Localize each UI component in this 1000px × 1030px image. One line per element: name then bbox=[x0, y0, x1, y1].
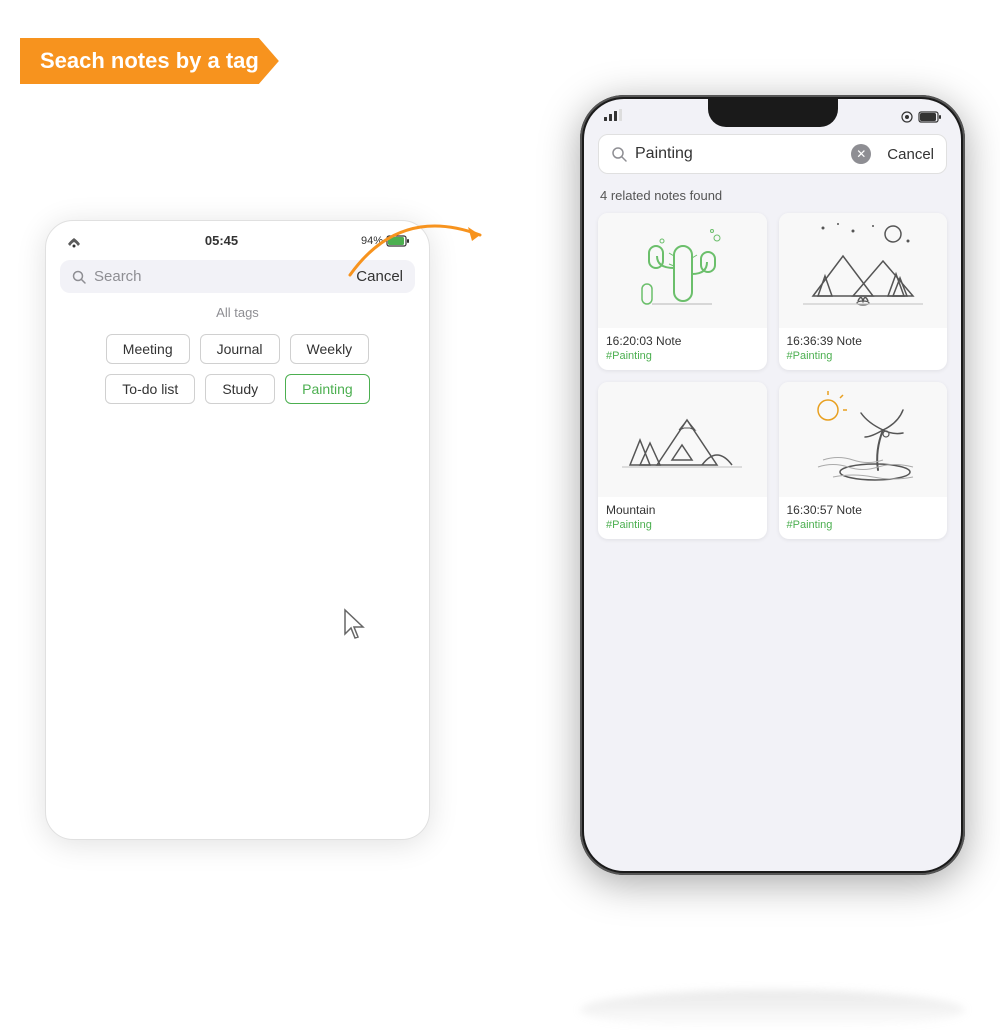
tags-row-1: Meeting Journal Weekly bbox=[66, 334, 409, 364]
note-title-4: 16:30:57 Note bbox=[787, 503, 940, 517]
tag-todo[interactable]: To-do list bbox=[105, 374, 195, 404]
tag-journal[interactable]: Journal bbox=[200, 334, 280, 364]
results-count-label: 4 related notes found bbox=[584, 184, 961, 213]
note-card-1[interactable]: 16:20:03 Note #Painting bbox=[598, 213, 767, 370]
arrow-indicator bbox=[340, 195, 500, 275]
all-tags-label: All tags bbox=[46, 305, 429, 320]
note-tag-1: #Painting bbox=[606, 350, 759, 362]
time-left: 05:45 bbox=[205, 233, 238, 248]
phone-right-inner: 5:20 PM Painting ✕ Cancel bbox=[584, 99, 961, 871]
tag-meeting[interactable]: Meeting bbox=[106, 334, 190, 364]
tag-painting[interactable]: Painting bbox=[285, 374, 370, 404]
note-card-3[interactable]: Mountain #Painting bbox=[598, 382, 767, 539]
note-thumb-4 bbox=[779, 382, 948, 497]
feature-banner: Seach notes by a tag bbox=[20, 38, 279, 84]
battery-icon-right bbox=[919, 111, 941, 123]
note-thumb-1 bbox=[598, 213, 767, 328]
signal-wifi-left bbox=[66, 235, 82, 247]
note-title-3: Mountain bbox=[606, 503, 759, 517]
phone-left: 05:45 94% Search Cancel All tags Meeting… bbox=[45, 220, 430, 840]
signal-bars-right bbox=[604, 109, 622, 124]
cursor-pointer bbox=[341, 608, 369, 644]
note-title-2: 16:36:39 Note bbox=[787, 334, 940, 348]
location-icon bbox=[899, 111, 915, 123]
note-thumb-3 bbox=[598, 382, 767, 497]
search-placeholder-left: Search bbox=[94, 268, 348, 285]
notch bbox=[708, 99, 838, 127]
cancel-button-right[interactable]: Cancel bbox=[887, 146, 934, 163]
search-icon-right bbox=[611, 146, 627, 162]
note-info-2: 16:36:39 Note #Painting bbox=[779, 328, 948, 370]
note-card-2[interactable]: 16:36:39 Note #Painting bbox=[779, 213, 948, 370]
search-icon-left bbox=[72, 270, 86, 284]
search-query-text: Painting bbox=[635, 145, 843, 163]
note-tag-2: #Painting bbox=[787, 350, 940, 362]
phone-right: 5:20 PM Painting ✕ Cancel bbox=[580, 95, 965, 875]
note-tag-3: #Painting bbox=[606, 519, 759, 531]
note-thumb-2 bbox=[779, 213, 948, 328]
tag-study[interactable]: Study bbox=[205, 374, 275, 404]
clear-search-button[interactable]: ✕ bbox=[851, 144, 871, 164]
tags-container: Meeting Journal Weekly To-do list Study … bbox=[46, 334, 429, 404]
note-tag-4: #Painting bbox=[787, 519, 940, 531]
notes-grid: 16:20:03 Note #Painting bbox=[584, 213, 961, 539]
banner-text: Seach notes by a tag bbox=[40, 48, 259, 73]
tags-row-2: To-do list Study Painting bbox=[66, 374, 409, 404]
search-bar-right[interactable]: Painting ✕ Cancel bbox=[598, 134, 947, 174]
note-info-3: Mountain #Painting bbox=[598, 497, 767, 539]
note-info-1: 16:20:03 Note #Painting bbox=[598, 328, 767, 370]
note-card-4[interactable]: 16:30:57 Note #Painting bbox=[779, 382, 948, 539]
battery-area-right bbox=[899, 111, 941, 123]
tag-weekly[interactable]: Weekly bbox=[290, 334, 370, 364]
note-title-1: 16:20:03 Note bbox=[606, 334, 759, 348]
note-info-4: 16:30:57 Note #Painting bbox=[779, 497, 948, 539]
phone-reflection bbox=[580, 990, 965, 1030]
